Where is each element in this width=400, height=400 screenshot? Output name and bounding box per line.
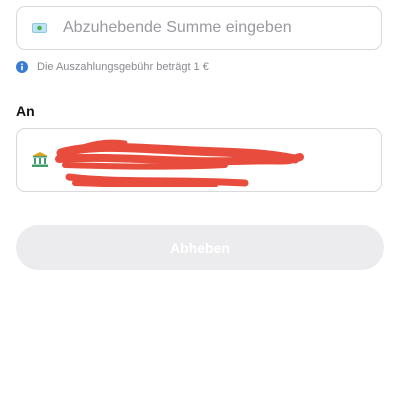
bank-icon [32,152,48,167]
recipient-label: An [16,103,35,119]
amount-field[interactable] [16,6,382,50]
fee-info: Die Auszahlungsgebühr beträgt 1 € [16,60,209,74]
redaction-mark [55,139,304,187]
fee-text: Die Auszahlungsgebühr beträgt 1 € [37,61,209,73]
cash-icon [32,23,47,33]
recipient-field[interactable] [16,128,382,192]
info-icon [16,61,28,73]
amount-input[interactable] [63,17,363,39]
withdraw-button[interactable]: Abheben [16,225,384,270]
